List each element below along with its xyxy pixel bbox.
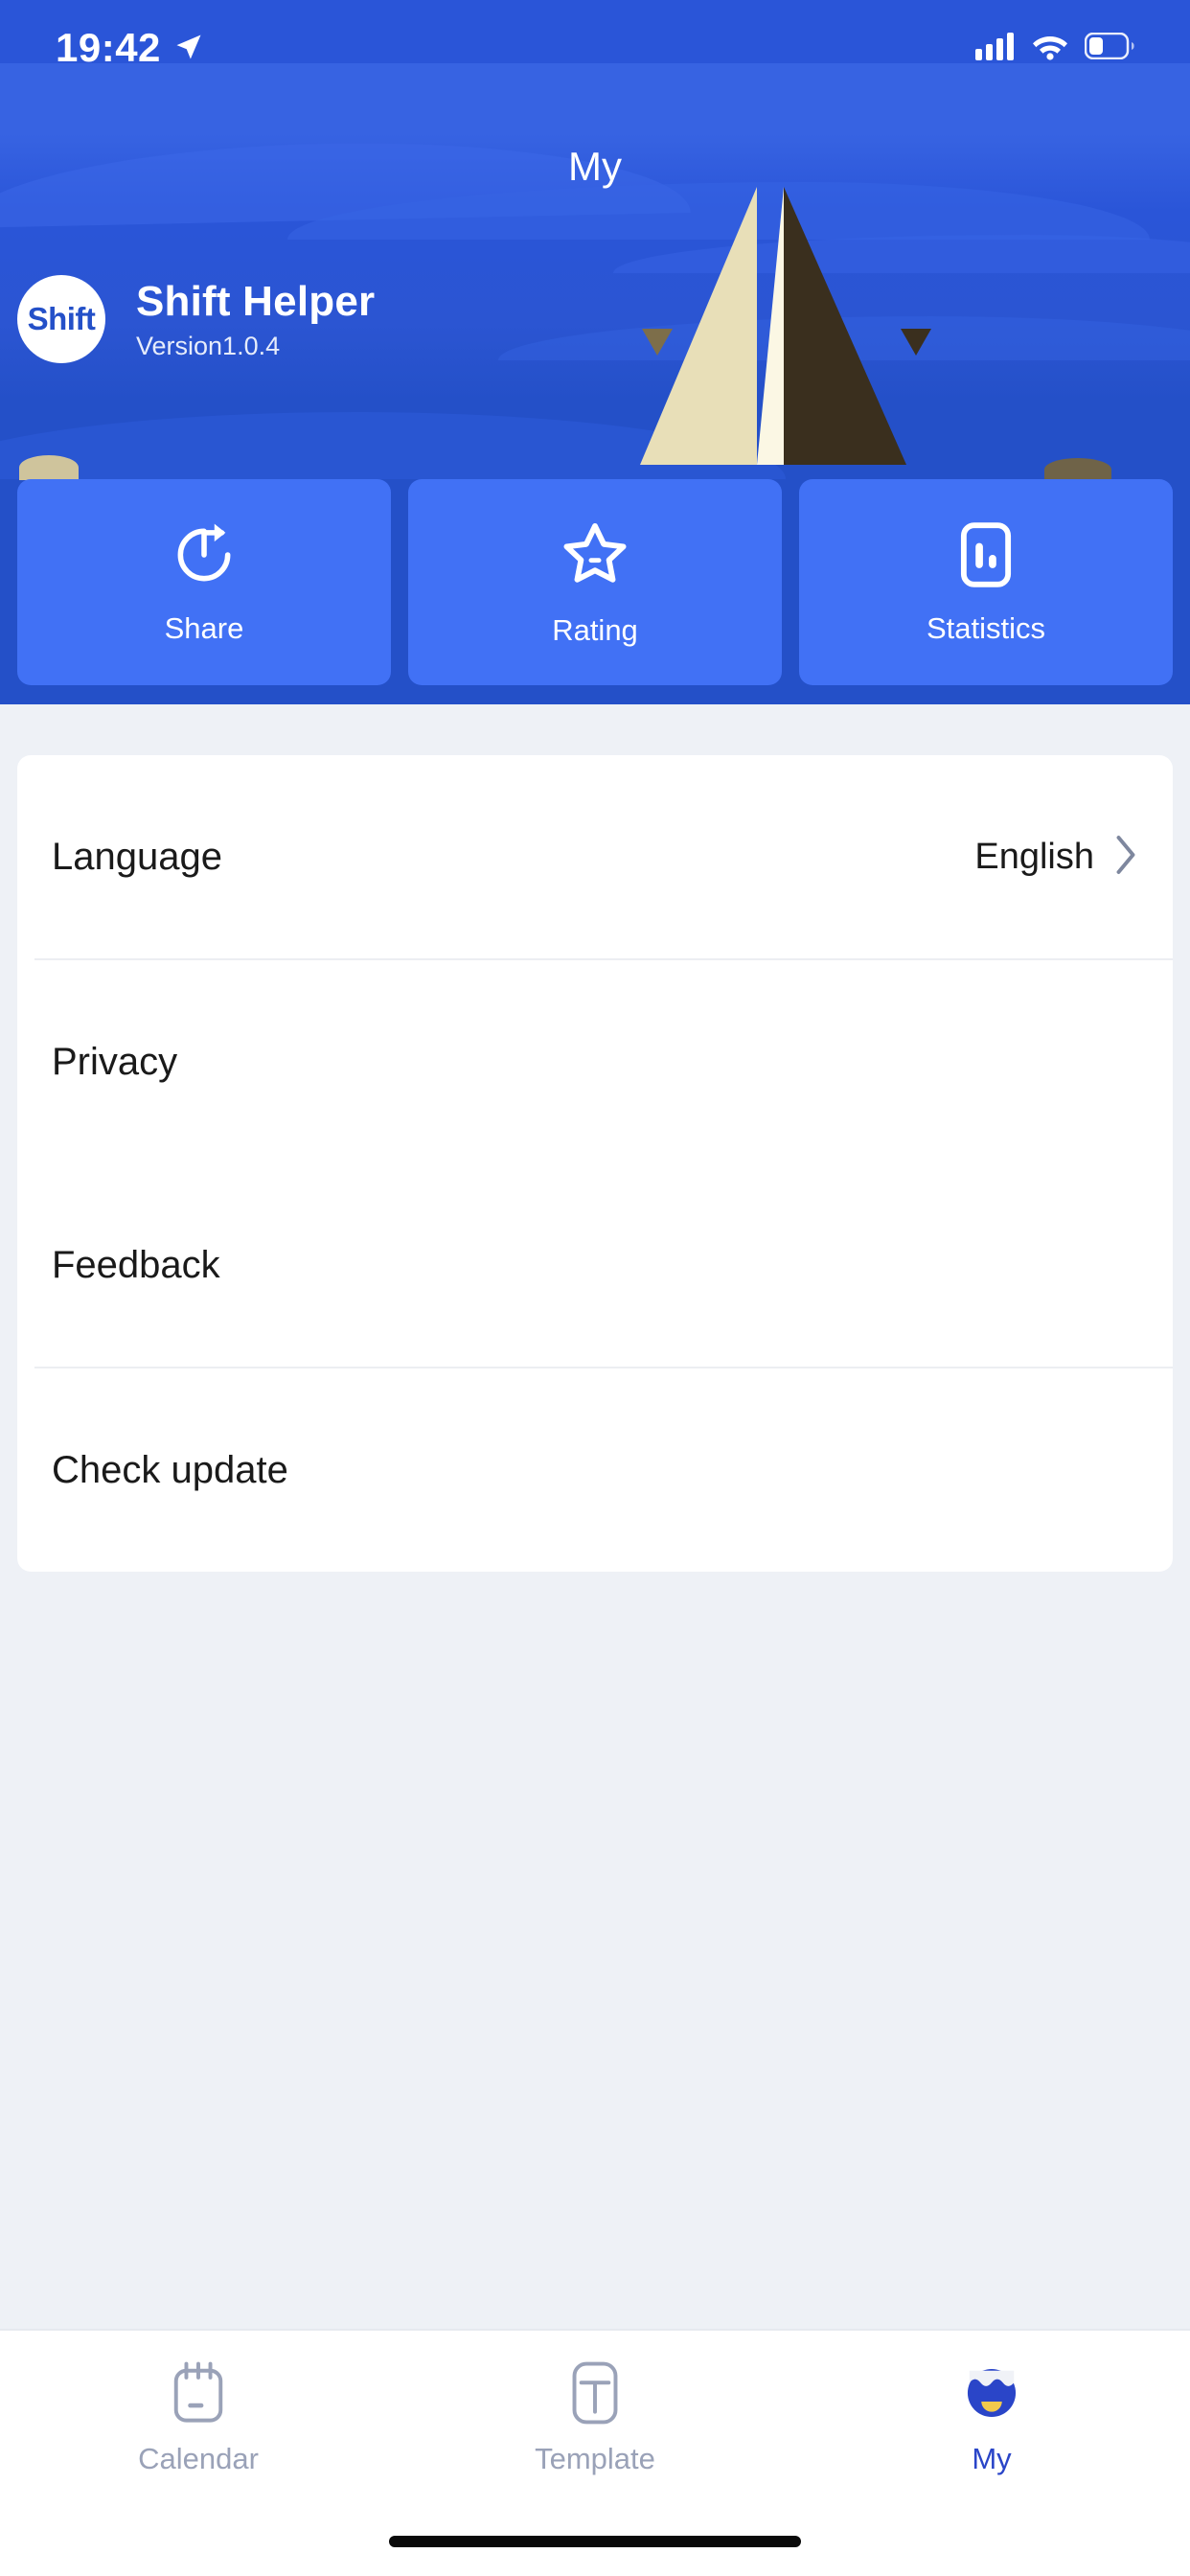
settings-row-label: Check update (52, 1448, 288, 1491)
page-title: My (568, 144, 622, 189)
settings-row-label: Language (52, 835, 222, 878)
pyramid-highlight-face (757, 187, 784, 465)
cellular-signal-icon (975, 32, 1016, 65)
rock-right (1044, 458, 1111, 481)
share-button[interactable]: Share (17, 479, 391, 685)
app-logo: Shift (17, 275, 105, 363)
settings-row-label: Privacy (52, 1040, 178, 1083)
action-button-row: Share Rating Statistics (17, 479, 1173, 685)
star-icon (558, 518, 632, 592)
settings-row-label: Feedback (52, 1243, 220, 1286)
settings-row-feedback[interactable]: Feedback (17, 1163, 1173, 1367)
tab-template-label: Template (535, 2442, 655, 2475)
profile-icon (962, 2358, 1021, 2428)
pyramid-notch-left (642, 329, 673, 356)
template-icon (567, 2358, 623, 2428)
statistics-button[interactable]: Statistics (799, 479, 1173, 685)
rating-button-label: Rating (552, 612, 638, 647)
tab-my-label: My (972, 2442, 1012, 2475)
app-version: Version1.0.4 (136, 331, 281, 360)
location-arrow-icon (174, 25, 203, 71)
app-identity: Shift Shift Helper Version1.0.4 (17, 275, 375, 363)
status-bar-time: 19:42 (56, 25, 161, 70)
settings-row-language[interactable]: Language English (17, 755, 1173, 958)
rock-left (19, 455, 79, 480)
tab-calendar[interactable]: Calendar (0, 2358, 397, 2476)
app-meta: Shift Helper Version1.0.4 (136, 278, 375, 361)
status-bar: 19:42 (0, 0, 1190, 96)
bar-chart-icon (950, 519, 1021, 590)
tab-my[interactable]: My (793, 2358, 1190, 2476)
status-bar-left: 19:42 (56, 25, 203, 71)
pyramid-notch-right (901, 329, 931, 356)
settings-row-check-update[interactable]: Check update (17, 1368, 1173, 1572)
share-refresh-icon (169, 519, 240, 590)
chevron-right-icon (1113, 835, 1138, 880)
tab-calendar-label: Calendar (138, 2442, 259, 2475)
statistics-button-label: Statistics (926, 610, 1046, 645)
language-value: English (974, 836, 1094, 877)
pyramid-left-face (640, 187, 757, 465)
wifi-icon (1031, 32, 1069, 65)
battery-icon (1084, 32, 1134, 64)
calendar-icon (169, 2358, 228, 2428)
tab-template[interactable]: Template (397, 2358, 793, 2476)
home-indicator (389, 2536, 801, 2547)
settings-card: Language English Privacy Feedback Check … (17, 755, 1173, 1572)
rating-button[interactable]: Rating (408, 479, 782, 685)
app-name: Shift Helper (136, 277, 376, 325)
settings-row-right: English (974, 835, 1138, 880)
pyramid-illustration (613, 187, 996, 465)
share-button-label: Share (164, 610, 244, 645)
status-bar-right (975, 32, 1134, 65)
settings-row-privacy[interactable]: Privacy (17, 960, 1173, 1163)
pyramid-right-face (784, 187, 906, 465)
